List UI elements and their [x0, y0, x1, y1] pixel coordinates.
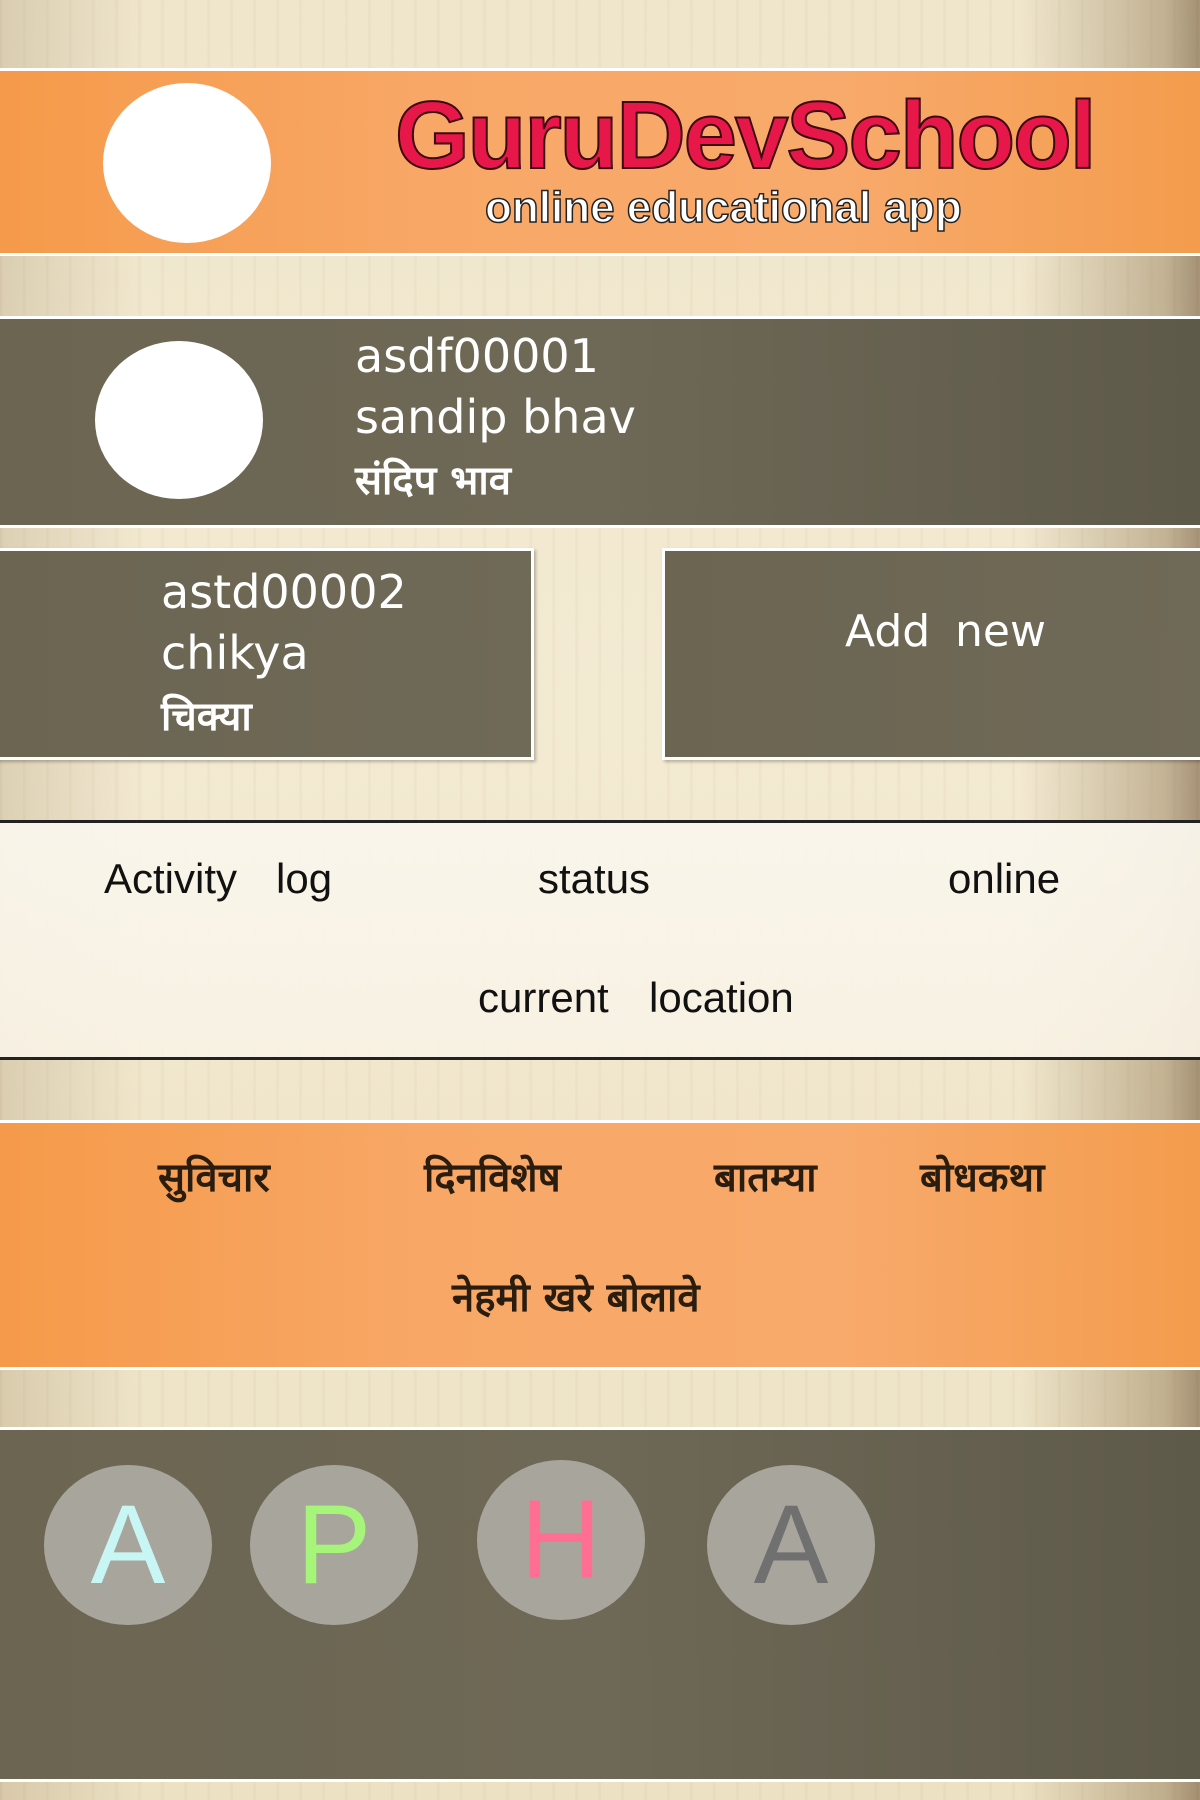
- avatar: [95, 341, 263, 499]
- add-new-button[interactable]: Add new: [662, 548, 1200, 760]
- online-status-value: online: [948, 855, 1061, 902]
- topic-suvichar[interactable]: सुविचार: [158, 1148, 270, 1203]
- bottom-panel: A P H A: [0, 1427, 1200, 1782]
- profile-name-marathi: चिक्या: [161, 694, 252, 740]
- letter-button-p[interactable]: P: [250, 1465, 418, 1625]
- profile-id: astd00002: [161, 565, 407, 619]
- profile-id: asdf00001: [355, 329, 599, 383]
- topic-batmya[interactable]: बातम्या: [714, 1148, 817, 1203]
- profile-card-primary[interactable]: asdf00001 sandip bhav संदिप भाव: [0, 316, 1200, 528]
- app-title: GuruDevSchool: [394, 81, 1097, 190]
- topic-dinvishesh[interactable]: दिनविशेष: [424, 1148, 561, 1203]
- status-label: status: [538, 855, 651, 902]
- current-location-label-1[interactable]: current: [478, 974, 609, 1022]
- letter-a-2: A: [753, 1482, 829, 1607]
- app-subtitle: online educational app: [484, 182, 962, 233]
- activity-log-label-2[interactable]: log: [276, 855, 332, 903]
- letter-button-h[interactable]: H: [477, 1460, 645, 1620]
- letter-button-a[interactable]: A: [44, 1465, 212, 1625]
- activity-panel: Activity log status online current locat…: [0, 820, 1200, 1060]
- topic-bodhkatha[interactable]: बोधकथा: [920, 1148, 1044, 1203]
- profile-name-english: chikya: [161, 626, 309, 680]
- letter-button-a-2[interactable]: A: [707, 1465, 875, 1625]
- letter-p: P: [296, 1482, 372, 1607]
- letter-a: A: [90, 1482, 166, 1607]
- letter-h: H: [520, 1477, 602, 1602]
- profile-name-english: sandip bhav: [355, 390, 636, 444]
- add-new-label-new: new: [955, 606, 1046, 657]
- profile-card-secondary[interactable]: astd00002 chikya चिक्या: [0, 548, 534, 760]
- app-logo: [103, 83, 271, 243]
- topics-panel: सुविचार दिनविशेष बातम्या बोधकथा नेहमी खर…: [0, 1120, 1200, 1370]
- add-new-label-add: Add: [845, 606, 931, 657]
- current-location-label-2[interactable]: location: [649, 974, 794, 1022]
- quote-of-the-day: नेहमी खरे बोलावे: [452, 1275, 700, 1321]
- app-header: GuruDevSchool online educational app: [0, 68, 1200, 256]
- profile-name-marathi: संदिप भाव: [355, 458, 512, 504]
- activity-log-label-1[interactable]: Activity: [104, 855, 237, 903]
